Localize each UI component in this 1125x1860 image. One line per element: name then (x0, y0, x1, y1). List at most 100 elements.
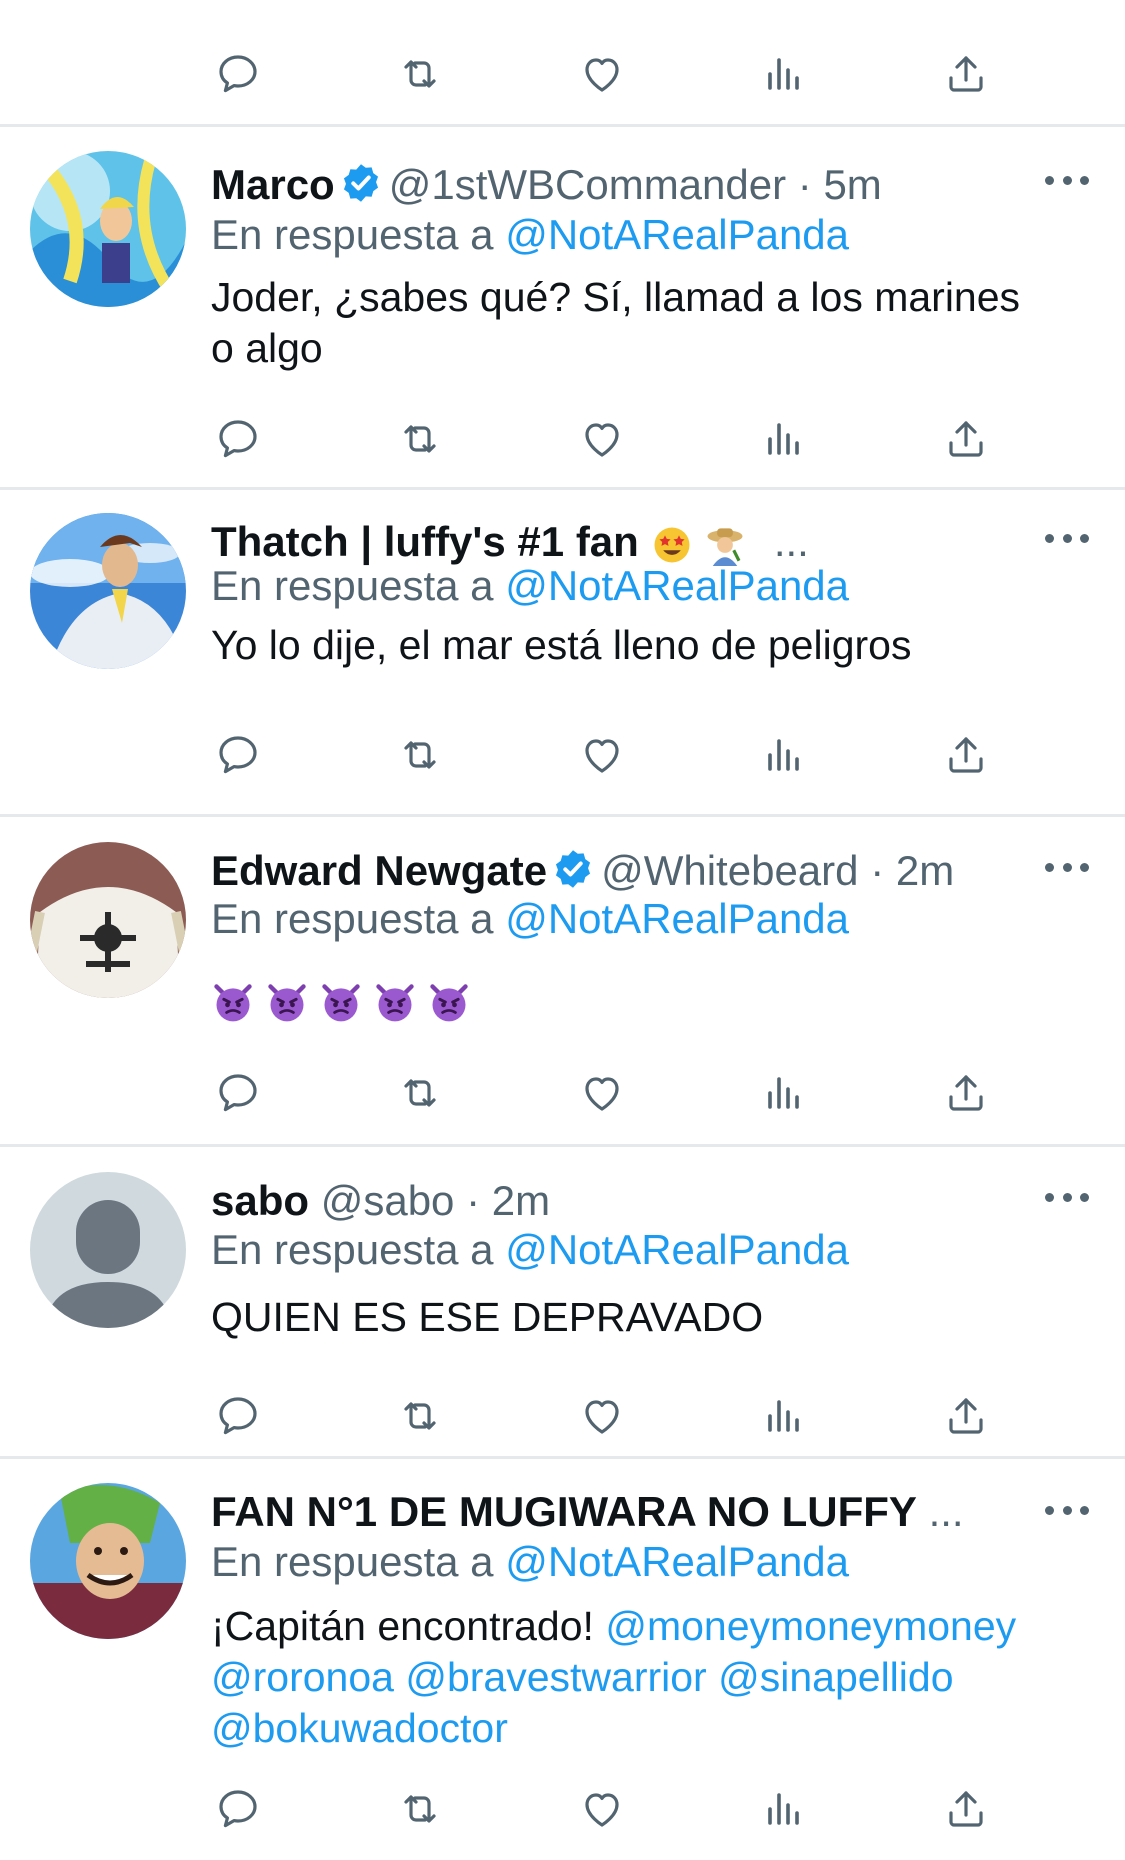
views-icon[interactable] (754, 44, 814, 104)
more-icon[interactable] (1045, 523, 1089, 553)
retweet-icon[interactable] (390, 1063, 450, 1123)
handle[interactable]: @sabo (321, 1177, 455, 1224)
tweet[interactable]: FAN N°1 DE MUGIWARA NO LUFFY ... En resp… (0, 1459, 1125, 1860)
truncation-ellipsis: ... (773, 518, 809, 565)
retweet-icon[interactable] (390, 44, 450, 104)
views-icon[interactable] (754, 1063, 814, 1123)
reply-prefix: En respuesta a (211, 1226, 494, 1273)
avatar[interactable] (30, 151, 186, 307)
more-icon[interactable] (1045, 852, 1089, 882)
tweet-header: FAN N°1 DE MUGIWARA NO LUFFY ... (211, 1484, 1005, 1540)
like-icon[interactable] (572, 1063, 632, 1123)
retweet-icon[interactable] (390, 1386, 450, 1446)
reply-context: En respuesta a @NotARealPanda (211, 560, 849, 612)
text-prefix: ¡Capitán encontrado! (211, 1603, 594, 1649)
reply-icon[interactable] (208, 725, 268, 785)
retweet-icon[interactable] (390, 1779, 450, 1839)
tweet[interactable]: Thatch | luffy's #1 fan ... En respuesta… (0, 490, 1125, 816)
views-icon[interactable] (754, 409, 814, 469)
reply-icon[interactable] (208, 1063, 268, 1123)
separator-dot: · (797, 161, 812, 208)
more-icon[interactable] (1045, 1495, 1089, 1525)
retweet-icon[interactable] (390, 409, 450, 469)
reply-icon[interactable] (208, 409, 268, 469)
reply-mention[interactable]: @NotARealPanda (505, 562, 849, 609)
reply-context: En respuesta a @NotARealPanda (211, 1224, 849, 1276)
timestamp[interactable]: 2m (896, 847, 954, 894)
reply-mention[interactable]: @NotARealPanda (505, 1226, 849, 1273)
handle[interactable]: @1stWBCommander (389, 161, 786, 208)
share-icon[interactable] (936, 725, 996, 785)
reply-prefix: En respuesta a (211, 562, 494, 609)
devil-face-emoji-icon (211, 981, 255, 1025)
mention-link[interactable]: @sinapellido (718, 1654, 953, 1700)
views-icon[interactable] (754, 1386, 814, 1446)
display-name[interactable]: sabo (211, 1177, 309, 1224)
tweet-actions (0, 409, 1125, 469)
tweet-actions (0, 1779, 1125, 1839)
tweet-actions (0, 1063, 1125, 1123)
reply-mention[interactable]: @NotARealPanda (505, 1538, 849, 1585)
more-icon[interactable] (1045, 1182, 1089, 1212)
devil-face-emoji-icon (427, 981, 471, 1025)
timestamp[interactable]: 2m (492, 1177, 550, 1224)
tweet-emoji-row (211, 981, 1085, 1025)
like-icon[interactable] (572, 725, 632, 785)
reply-prefix: En respuesta a (211, 211, 494, 258)
more-icon[interactable] (1045, 165, 1089, 195)
reply-icon[interactable] (208, 1779, 268, 1839)
like-icon[interactable] (572, 1779, 632, 1839)
share-icon[interactable] (936, 44, 996, 104)
views-icon[interactable] (754, 1779, 814, 1839)
verified-icon (551, 847, 595, 891)
reply-icon[interactable] (208, 44, 268, 104)
display-name[interactable]: Marco (211, 161, 335, 208)
separator-dot: · (466, 1177, 481, 1224)
reply-context: En respuesta a @NotARealPanda (211, 209, 849, 261)
tweet[interactable]: Marco @1stWBCommander · 5m En respuesta a… (0, 128, 1125, 490)
tweet-text: QUIEN ES ESE DEPRAVADO (211, 1292, 1085, 1343)
tweet-text: ¡Capitán encontrado! @moneymoneymoney @r… (211, 1601, 1095, 1754)
share-icon[interactable] (936, 1063, 996, 1123)
tweet-text: Yo lo dije, el mar está lleno de peligro… (211, 620, 1085, 671)
like-icon[interactable] (572, 409, 632, 469)
reply-context: En respuesta a @NotARealPanda (211, 1536, 849, 1588)
tweet-actions (0, 44, 1125, 104)
devil-face-emoji-icon (319, 981, 363, 1025)
share-icon[interactable] (936, 1386, 996, 1446)
verified-icon (339, 161, 383, 205)
display-name[interactable]: FAN N°1 DE MUGIWARA NO LUFFY (211, 1488, 917, 1535)
avatar[interactable] (30, 1172, 186, 1328)
tweet-text: Joder, ¿sabes qué? Sí, llamad a los mari… (211, 272, 1085, 374)
divider (0, 124, 1125, 127)
text-line: o algo (211, 325, 323, 371)
avatar[interactable] (30, 842, 186, 998)
tweet[interactable]: Edward Newgate @Whitebeard · 2m En respue… (0, 817, 1125, 1147)
devil-face-emoji-icon (265, 981, 309, 1025)
like-icon[interactable] (572, 1386, 632, 1446)
text-line: QUIEN ES ESE DEPRAVADO (211, 1294, 764, 1340)
reply-context: En respuesta a @NotARealPanda (211, 893, 849, 945)
like-icon[interactable] (572, 44, 632, 104)
retweet-icon[interactable] (390, 725, 450, 785)
avatar[interactable] (30, 513, 186, 669)
reply-icon[interactable] (208, 1386, 268, 1446)
mention-link[interactable]: @bravestwarrior (405, 1654, 706, 1700)
handle[interactable]: @Whitebeard (601, 847, 858, 894)
reply-mention[interactable]: @NotARealPanda (505, 211, 849, 258)
mention-link[interactable]: @roronoa (211, 1654, 394, 1700)
separator-dot: · (870, 847, 885, 894)
views-icon[interactable] (754, 725, 814, 785)
avatar[interactable] (30, 1483, 186, 1639)
mention-link[interactable]: @moneymoneymoney (605, 1603, 1016, 1649)
text-line: Joder, ¿sabes qué? Sí, llamad a los mari… (211, 274, 1021, 320)
share-icon[interactable] (936, 1779, 996, 1839)
text-line: Yo lo dije, el mar está lleno de peligro… (211, 622, 912, 668)
share-icon[interactable] (936, 409, 996, 469)
display-name[interactable]: Thatch | luffy's #1 fan (211, 518, 639, 565)
mention-link[interactable]: @bokuwadoctor (211, 1705, 508, 1751)
timestamp[interactable]: 5m (823, 161, 881, 208)
reply-mention[interactable]: @NotARealPanda (505, 895, 849, 942)
display-name[interactable]: Edward Newgate (211, 847, 547, 894)
tweet[interactable]: sabo @sabo · 2m En respuesta a @NotAReal… (0, 1147, 1125, 1459)
